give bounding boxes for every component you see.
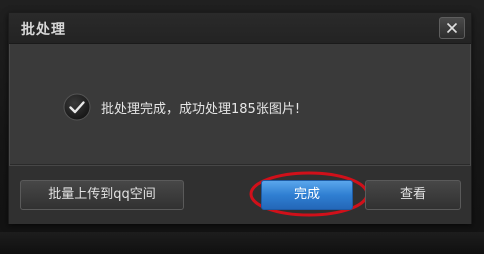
checkmark-circle-icon — [63, 93, 91, 121]
dialog-content: 批处理完成，成功处理185张图片! — [9, 44, 471, 164]
status-message: 批处理完成，成功处理185张图片! — [101, 102, 301, 117]
dialog-titlebar[interactable]: 批处理 — [9, 13, 471, 44]
batch-upload-qzone-button[interactable]: 批量上传到qq空间 — [20, 180, 184, 210]
dialog-title: 批处理 — [21, 22, 66, 38]
footer-divider — [10, 164, 470, 165]
batch-process-dialog: 批处理 批处理完成，成功处理185张图片! 批量上传到qq空间 完成 查看 — [8, 12, 472, 224]
close-icon — [446, 22, 458, 34]
background-bottom-strip — [0, 232, 484, 254]
close-button[interactable] — [439, 17, 465, 39]
dialog-footer: 批量上传到qq空间 完成 查看 — [9, 166, 471, 224]
done-button[interactable]: 完成 — [261, 180, 353, 210]
view-button[interactable]: 查看 — [365, 180, 461, 210]
